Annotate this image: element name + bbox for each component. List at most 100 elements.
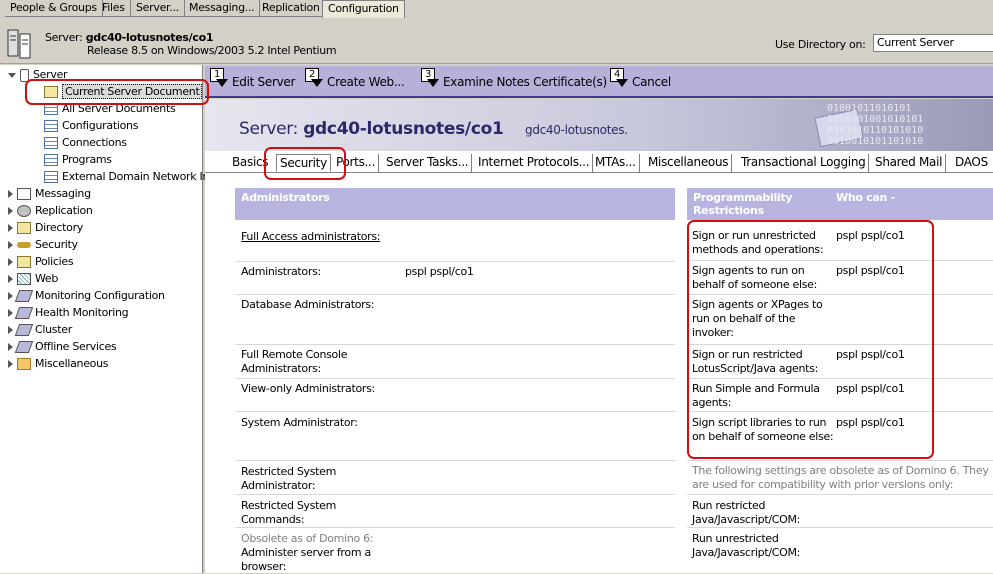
expand-icon[interactable] bbox=[8, 275, 13, 283]
expand-icon[interactable] bbox=[8, 343, 13, 351]
view-icon bbox=[44, 154, 58, 166]
expand-icon[interactable] bbox=[8, 258, 13, 266]
banner-title: Server: gdc40-lotusnotes/co1 bbox=[239, 119, 504, 139]
button-label: Examine Notes Certificate(s) bbox=[443, 75, 607, 89]
tree-label: Cluster bbox=[35, 323, 72, 336]
tab-shared-mail[interactable]: Shared Mail bbox=[872, 154, 947, 172]
tree-label: Messaging bbox=[35, 187, 91, 200]
binary-decoration: 01001011010101 1010101001010101 0101010110… bbox=[827, 103, 924, 147]
monitoring-icon bbox=[14, 290, 34, 302]
arrow-down-icon bbox=[427, 78, 439, 87]
tree-label: Connections bbox=[62, 136, 127, 149]
tree-miscellaneous[interactable]: Miscellaneous bbox=[8, 356, 109, 372]
tree-policies[interactable]: Policies bbox=[8, 254, 74, 270]
highlight-current-server-document bbox=[25, 79, 209, 105]
tab-messaging[interactable]: Messaging... bbox=[184, 0, 261, 17]
tree-label: External Domain Network Inf bbox=[62, 170, 213, 183]
server-header: Server: gdc40-lotusnotes/co1 Release 8.5… bbox=[0, 18, 993, 64]
offline-icon bbox=[14, 341, 34, 353]
tree-replication[interactable]: Replication bbox=[8, 203, 93, 219]
tree-health-monitoring[interactable]: Health Monitoring bbox=[8, 305, 129, 321]
tab-people-groups[interactable]: People & Groups bbox=[5, 0, 103, 17]
expand-icon[interactable] bbox=[8, 360, 13, 368]
divider bbox=[235, 460, 675, 461]
tree-label: Monitoring Configuration bbox=[35, 289, 165, 302]
create-web-button[interactable]: 2Create Web... bbox=[305, 68, 405, 94]
highlight-programmability-restrictions bbox=[687, 220, 934, 459]
full-remote-console-label: Full Remote Console Administrators: bbox=[241, 348, 348, 375]
edit-server-button[interactable]: 1Edit Server bbox=[210, 68, 295, 94]
tab-files[interactable]: Files bbox=[97, 0, 131, 17]
divider bbox=[235, 294, 675, 295]
tree-cluster[interactable]: Cluster bbox=[8, 322, 72, 338]
tree-offline-services[interactable]: Offline Services bbox=[8, 339, 117, 355]
administrators-section-header: Administrators bbox=[235, 188, 675, 220]
database-admins-label: Database Administrators: bbox=[241, 298, 375, 311]
banner-prefix: Server: bbox=[239, 119, 299, 139]
button-label: Create Web... bbox=[327, 75, 405, 89]
system-admin-label: System Administrator: bbox=[241, 416, 358, 429]
view-icon bbox=[44, 120, 58, 132]
full-access-admins-label[interactable]: Full Access administrators: bbox=[241, 230, 401, 244]
examine-certificates-button[interactable]: 3Examine Notes Certificate(s) bbox=[421, 68, 607, 94]
run-restricted-label: Run restricted Java/Javascript/COM: bbox=[692, 499, 801, 526]
divider bbox=[687, 527, 993, 528]
tree-label: Replication bbox=[35, 204, 93, 217]
server-icon bbox=[7, 29, 31, 59]
divider bbox=[687, 494, 993, 495]
expand-icon[interactable] bbox=[8, 326, 13, 334]
administer-from-browser-label: Administer server from a browser: bbox=[241, 546, 371, 573]
use-directory-field[interactable]: Current Server bbox=[873, 34, 993, 52]
tab-server-tasks[interactable]: Server Tasks... bbox=[383, 154, 473, 172]
view-icon bbox=[44, 137, 58, 149]
cancel-button[interactable]: 4Cancel bbox=[610, 68, 671, 94]
tree-directory[interactable]: Directory bbox=[8, 220, 83, 236]
view-only-admins-label: View-only Administrators: bbox=[241, 382, 375, 395]
arrow-down-icon bbox=[616, 78, 628, 87]
tree-connections[interactable]: Connections bbox=[44, 135, 127, 151]
tree-security[interactable]: Security bbox=[8, 237, 78, 253]
server-name: gdc40-lotusnotes/co1 bbox=[85, 31, 214, 44]
divider bbox=[235, 378, 675, 379]
server-name-line: Server: gdc40-lotusnotes/co1 bbox=[45, 31, 214, 44]
expand-icon[interactable] bbox=[8, 292, 13, 300]
expand-icon[interactable] bbox=[8, 224, 13, 232]
tree-monitoring-configuration[interactable]: Monitoring Configuration bbox=[8, 288, 165, 304]
tab-miscellaneous[interactable]: Miscellaneous bbox=[645, 154, 733, 172]
divider bbox=[235, 261, 675, 262]
administrators-label: Administrators: bbox=[241, 265, 321, 278]
tree-label: Health Monitoring bbox=[35, 306, 129, 319]
obsolete-settings-note: The following settings are obsolete as o… bbox=[692, 464, 989, 491]
expand-icon[interactable] bbox=[8, 207, 13, 215]
restricted-system-admin-label: Restricted System Administrator: bbox=[241, 465, 337, 492]
tree-messaging[interactable]: Messaging bbox=[8, 186, 91, 202]
messaging-icon bbox=[17, 188, 31, 200]
collapse-icon[interactable] bbox=[8, 72, 16, 78]
tree-programs[interactable]: Programs bbox=[44, 152, 112, 168]
tab-replication[interactable]: Replication bbox=[257, 0, 326, 17]
web-icon bbox=[17, 273, 31, 285]
tree-label: Policies bbox=[35, 255, 74, 268]
expand-icon[interactable] bbox=[8, 241, 13, 249]
highlight-security-tab bbox=[264, 147, 346, 180]
tab-transactional-logging[interactable]: Transactional Logging bbox=[738, 154, 870, 172]
banner-server-name: gdc40-lotusnotes/co1 bbox=[303, 119, 504, 139]
programmability-title: Programmability Restrictions bbox=[693, 191, 793, 217]
replication-icon bbox=[17, 205, 31, 217]
document-banner: Server: gdc40-lotusnotes/co1 gdc40-lotus… bbox=[205, 99, 993, 151]
tab-server[interactable]: Server... bbox=[131, 0, 185, 17]
tree-configurations[interactable]: Configurations bbox=[44, 118, 138, 134]
tab-configuration[interactable]: Configuration bbox=[322, 0, 405, 18]
divider bbox=[235, 494, 675, 495]
server-label: Server: bbox=[45, 31, 83, 44]
tab-mtas[interactable]: MTAs... bbox=[592, 154, 640, 172]
folder-icon bbox=[17, 358, 31, 370]
tab-internet-protocols[interactable]: Internet Protocols... bbox=[475, 154, 594, 172]
tab-daos[interactable]: DAOS bbox=[952, 154, 991, 172]
expand-icon[interactable] bbox=[8, 190, 13, 198]
tree-label: Security bbox=[35, 238, 78, 251]
divider bbox=[235, 344, 675, 345]
expand-icon[interactable] bbox=[8, 309, 13, 317]
tree-external-domain[interactable]: External Domain Network Inf bbox=[44, 169, 213, 185]
tree-web[interactable]: Web bbox=[8, 271, 58, 287]
